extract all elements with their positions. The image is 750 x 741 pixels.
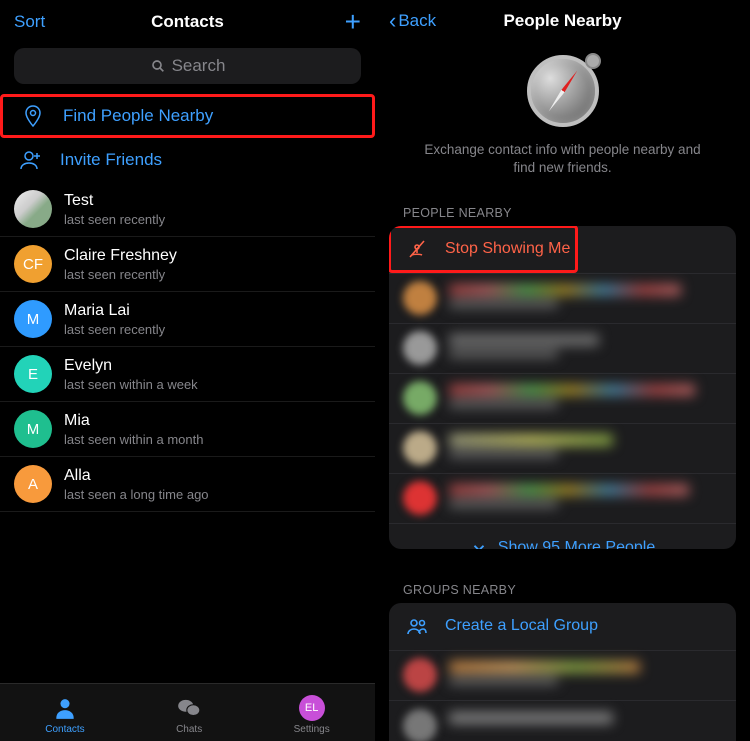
tab-chats[interactable]: Chats — [175, 694, 203, 735]
chats-tab-icon — [175, 694, 203, 722]
group-icon — [405, 614, 429, 638]
tab-settings[interactable]: EL Settings — [294, 694, 330, 735]
nearby-title: People Nearby — [459, 11, 666, 31]
avatar: E — [14, 355, 52, 393]
stop-location-icon — [405, 237, 429, 261]
nearby-person-row[interactable] — [389, 424, 736, 474]
compass-section: Exchange contact info with people nearby… — [375, 41, 750, 195]
tab-contacts[interactable]: Contacts — [45, 694, 84, 735]
invite-friends-label: Invite Friends — [60, 150, 162, 170]
contact-name: Claire Freshney — [64, 246, 177, 265]
search-icon — [150, 58, 166, 74]
contact-name: Test — [64, 191, 165, 210]
avatar: M — [14, 300, 52, 338]
stop-showing-label: Stop Showing Me — [445, 240, 570, 258]
stop-showing-me-row[interactable]: Stop Showing Me — [389, 226, 736, 274]
show-more-label: Show 95 More People — [498, 539, 655, 549]
contact-row[interactable]: A Alla last seen a long time ago — [0, 457, 375, 512]
nearby-person-row[interactable] — [389, 324, 736, 374]
contacts-navbar: Sort Contacts + — [0, 0, 375, 44]
nearby-person-row[interactable] — [389, 374, 736, 424]
back-button[interactable]: ‹ Back — [389, 10, 436, 32]
contact-row[interactable]: M Mia last seen within a month — [0, 402, 375, 457]
contact-name: Maria Lai — [64, 301, 165, 320]
avatar: A — [14, 465, 52, 503]
chevron-down-icon — [470, 539, 488, 549]
contact-status: last seen within a week — [64, 377, 198, 392]
contacts-title: Contacts — [84, 12, 291, 32]
find-people-nearby-row[interactable]: Find People Nearby — [0, 94, 375, 138]
contacts-tab-icon — [51, 694, 79, 722]
contact-name: Mia — [64, 411, 203, 430]
nearby-group-row[interactable] — [389, 651, 736, 701]
nearby-navbar: ‹ Back People Nearby — [375, 0, 750, 41]
add-friend-icon — [18, 148, 42, 172]
contact-row[interactable]: E Evelyn last seen within a week — [0, 347, 375, 402]
nearby-person-row[interactable] — [389, 474, 736, 524]
people-nearby-header: PEOPLE NEARBY — [375, 196, 750, 226]
nearby-subtitle: Exchange contact info with people nearby… — [415, 141, 710, 177]
groups-nearby-card: Create a Local Group — [389, 603, 736, 741]
contact-status: last seen a long time ago — [64, 487, 209, 502]
tab-contacts-label: Contacts — [45, 724, 84, 735]
contacts-list: Test last seen recently CF Claire Freshney l… — [0, 182, 375, 683]
back-label: Back — [398, 11, 436, 31]
avatar — [14, 190, 52, 228]
contact-row[interactable]: M Maria Lai last seen recently — [0, 292, 375, 347]
chevron-left-icon: ‹ — [389, 10, 396, 32]
contact-status: last seen recently — [64, 212, 165, 227]
groups-nearby-header: GROUPS NEARBY — [375, 573, 750, 603]
nearby-person-row[interactable] — [389, 274, 736, 324]
avatar: M — [14, 410, 52, 448]
contact-status: last seen within a month — [64, 432, 203, 447]
settings-tab-icon: EL — [298, 694, 326, 722]
avatar: CF — [14, 245, 52, 283]
contact-status: last seen recently — [64, 322, 165, 337]
add-contact-button[interactable]: + — [345, 8, 361, 36]
contact-name: Evelyn — [64, 356, 198, 375]
sort-button[interactable]: Sort — [14, 12, 45, 32]
create-group-label: Create a Local Group — [445, 617, 598, 635]
find-nearby-label: Find People Nearby — [63, 106, 213, 126]
create-local-group-row[interactable]: Create a Local Group — [389, 603, 736, 651]
contact-status: last seen recently — [64, 267, 177, 282]
invite-friends-row[interactable]: Invite Friends — [0, 138, 375, 182]
people-nearby-card: Stop Showing Me Show 95 More People — [389, 226, 736, 549]
compass-icon — [527, 55, 599, 127]
tab-chats-label: Chats — [176, 724, 202, 735]
search-input[interactable]: Search — [14, 48, 361, 84]
contact-row[interactable]: Test last seen recently — [0, 182, 375, 237]
contact-row[interactable]: CF Claire Freshney last seen recently — [0, 237, 375, 292]
tab-bar: Contacts Chats EL Settings — [0, 683, 375, 741]
location-pin-icon — [21, 104, 45, 128]
tab-settings-label: Settings — [294, 724, 330, 735]
show-more-people-row[interactable]: Show 95 More People — [389, 524, 736, 549]
search-placeholder: Search — [172, 56, 226, 76]
nearby-group-row[interactable] — [389, 701, 736, 741]
contact-name: Alla — [64, 466, 209, 485]
